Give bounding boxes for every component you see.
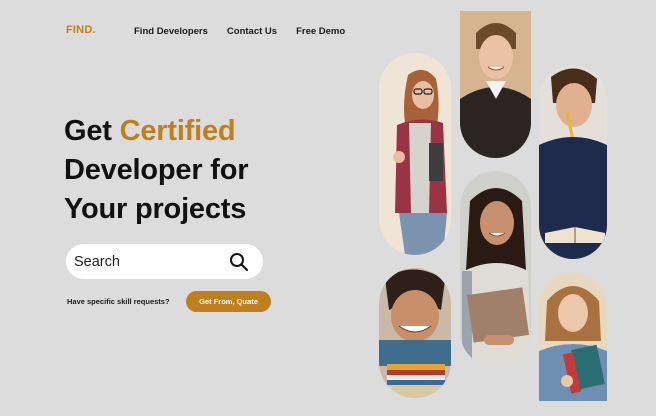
search-icon[interactable] bbox=[229, 252, 249, 272]
search-bar bbox=[66, 244, 263, 279]
photo-woman-glasses-books bbox=[379, 53, 451, 255]
headline-line2: Developer for bbox=[64, 154, 249, 186]
photo-man-with-pencil bbox=[539, 65, 607, 259]
nav-contact-us[interactable]: Contact Us bbox=[227, 26, 277, 37]
top-nav: Find Developers Contact Us Free Demo bbox=[134, 26, 345, 37]
headline-get: Get bbox=[64, 115, 120, 147]
headline-line3: Your projects bbox=[64, 193, 247, 225]
headline-accent: Certified bbox=[119, 115, 236, 147]
photo-girl-holding-books bbox=[539, 273, 607, 401]
hero-headline: Get Certified Developer for Your project… bbox=[64, 112, 249, 229]
photo-woman-holding-folder bbox=[460, 171, 531, 367]
nav-find-developers[interactable]: Find Developers bbox=[134, 26, 208, 37]
skill-request-label: Have specific skill requests? bbox=[67, 297, 170, 306]
logo[interactable]: FIND. bbox=[66, 24, 96, 36]
photo-young-man-smiling bbox=[460, 11, 531, 158]
nav-free-demo[interactable]: Free Demo bbox=[296, 26, 345, 37]
photo-man-leaning-on-books bbox=[379, 268, 451, 398]
headline-line1: Get Certified bbox=[64, 115, 236, 147]
search-input[interactable] bbox=[74, 253, 214, 270]
get-quote-button[interactable]: Get From, Quate bbox=[186, 291, 271, 312]
